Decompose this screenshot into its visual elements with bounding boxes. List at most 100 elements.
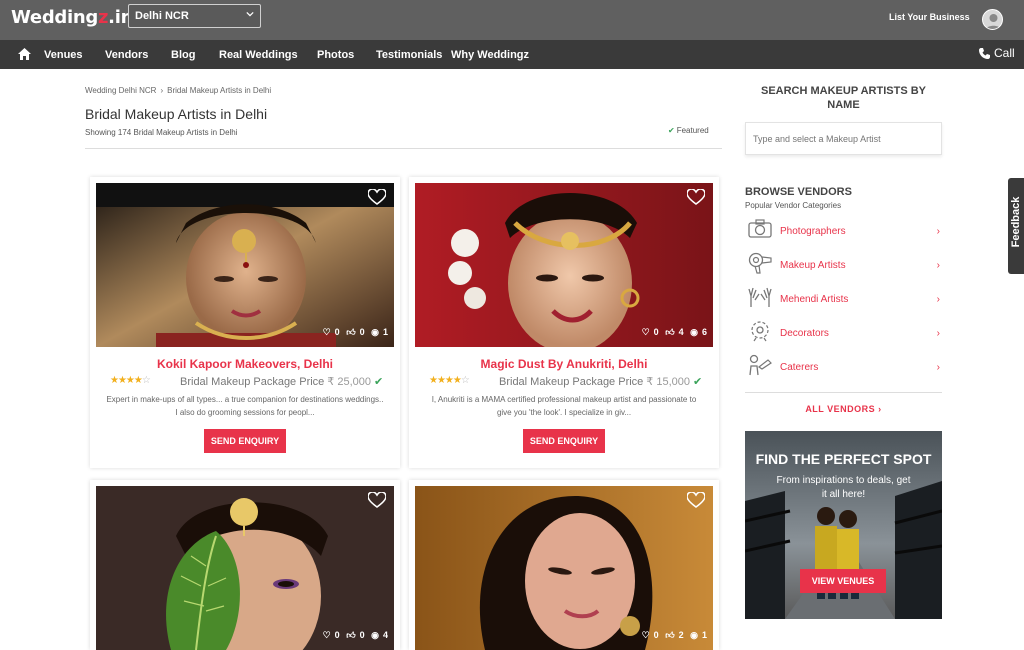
category-photographers[interactable]: Photographers › bbox=[745, 218, 942, 244]
vendor-card[interactable]: ♡ 0 👍︎ 0 ◉ 1 Kokil Kapoor Makeovers, Delhi … bbox=[90, 177, 400, 468]
vendor-photo[interactable]: ♡ 0 👍︎ 0 ◉ 4 bbox=[96, 486, 394, 650]
camera-icon bbox=[748, 219, 772, 238]
chevron-down-icon bbox=[246, 11, 254, 17]
price-info: Bridal Makeup Package Price ₹ 15,000 ✔ bbox=[499, 375, 702, 388]
featured-filter[interactable]: ✔ Featured bbox=[668, 126, 709, 135]
results-count: Showing 174 Bridal Makeup Artists in Del… bbox=[85, 128, 238, 137]
makeup-artist-search-input[interactable] bbox=[745, 122, 942, 155]
heart-icon[interactable] bbox=[687, 492, 705, 508]
like-count: 0 bbox=[359, 327, 365, 337]
vendor-name[interactable]: Kokil Kapoor Makeovers, Delhi bbox=[90, 357, 400, 371]
hair-dryer-icon bbox=[748, 252, 772, 274]
list-your-business-link[interactable]: List Your Business bbox=[889, 12, 970, 22]
home-icon[interactable] bbox=[18, 48, 31, 60]
bride-photo bbox=[415, 183, 713, 347]
phone-icon bbox=[979, 48, 990, 59]
city-select[interactable]: Delhi NCR bbox=[128, 4, 261, 28]
nav-why-weddingz[interactable]: Why Weddingz bbox=[451, 49, 529, 61]
call-button[interactable]: Call bbox=[979, 46, 1015, 60]
thumbs-up-icon: 👍︎ bbox=[346, 630, 356, 640]
engagement-stats: ♡ 0 👍︎ 4 ◉ 6 bbox=[638, 327, 707, 338]
browse-vendors-subtitle: Popular Vendor Categories bbox=[745, 201, 842, 210]
heart-icon: ♡ bbox=[322, 630, 331, 640]
main-nav: Venues Vendors Blog Real Weddings Photos… bbox=[0, 40, 1024, 69]
browse-vendors-title: BROWSE VENDORS bbox=[745, 186, 852, 198]
price-label: Bridal Makeup Package Price bbox=[499, 376, 644, 388]
divider bbox=[85, 148, 722, 149]
all-vendors-label: ALL VENDORS bbox=[805, 404, 876, 414]
like-count: 0 bbox=[359, 630, 365, 640]
category-label: Makeup Artists bbox=[780, 260, 846, 271]
engagement-stats: ♡ 0 👍︎ 0 ◉ 1 bbox=[319, 327, 388, 338]
vendor-photo[interactable]: ♡ 0 👍︎ 4 ◉ 6 bbox=[415, 183, 713, 347]
category-label: Caterers bbox=[780, 362, 819, 373]
promo-subtitle: From inspirations to deals, get it all h… bbox=[776, 475, 911, 500]
city-select-value: Delhi NCR bbox=[135, 10, 189, 22]
verified-check-icon: ✔ bbox=[374, 376, 384, 388]
user-avatar-icon[interactable] bbox=[982, 9, 1003, 30]
nav-testimonials[interactable]: Testimonials bbox=[376, 49, 442, 61]
vendor-photo[interactable]: ♡ 0 👍︎ 0 ◉ 1 bbox=[96, 183, 394, 347]
breadcrumb-separator: › bbox=[160, 86, 164, 95]
site-logo[interactable]: Weddingz.in bbox=[11, 7, 133, 28]
star-rating: ★★★★☆ bbox=[429, 375, 470, 386]
chef-icon bbox=[749, 354, 772, 376]
fav-count: 0 bbox=[653, 327, 659, 337]
heart-icon[interactable] bbox=[368, 189, 386, 205]
category-makeup-artists[interactable]: Makeup Artists › bbox=[745, 252, 942, 278]
nav-venues[interactable]: Venues bbox=[44, 49, 83, 61]
price-value: ₹ 25,000 bbox=[327, 376, 371, 388]
send-enquiry-button[interactable]: SEND ENQUIRY bbox=[204, 429, 286, 453]
heart-icon: ♡ bbox=[641, 630, 650, 640]
call-label: Call bbox=[994, 46, 1015, 60]
featured-label: Featured bbox=[676, 126, 709, 135]
category-mehendi-artists[interactable]: Mehendi Artists › bbox=[745, 286, 942, 312]
nav-vendors[interactable]: Vendors bbox=[105, 49, 148, 61]
bride-photo bbox=[96, 486, 394, 650]
nav-photos[interactable]: Photos bbox=[317, 49, 354, 61]
breadcrumb-current: Bridal Makeup Artists in Delhi bbox=[167, 86, 272, 95]
verified-check-icon: ✔ bbox=[693, 376, 703, 388]
all-vendors-link[interactable]: ALL VENDORS › bbox=[745, 404, 942, 414]
eye-icon: ◉ bbox=[371, 327, 379, 337]
fav-count: 0 bbox=[334, 630, 340, 640]
eye-icon: ◉ bbox=[371, 630, 379, 640]
chevron-right-icon: › bbox=[936, 260, 940, 271]
heart-icon[interactable] bbox=[368, 492, 386, 508]
vendor-name[interactable]: Magic Dust By Anukriti, Delhi bbox=[409, 357, 719, 371]
like-count: 2 bbox=[678, 630, 684, 640]
view-count: 4 bbox=[382, 630, 388, 640]
nav-real-weddings[interactable]: Real Weddings bbox=[219, 49, 298, 61]
nav-blog[interactable]: Blog bbox=[171, 49, 195, 61]
fav-count: 0 bbox=[653, 630, 659, 640]
vendor-card[interactable]: ♡ 0 👍︎ 2 ◉ 1 bbox=[409, 480, 719, 650]
heart-icon: ♡ bbox=[322, 327, 331, 337]
feedback-tab[interactable]: Feedback bbox=[1008, 178, 1024, 274]
category-decorators[interactable]: Decorators › bbox=[745, 320, 942, 346]
vendor-card[interactable]: ♡ 0 👍︎ 0 ◉ 4 bbox=[90, 480, 400, 650]
feedback-label: Feedback bbox=[1010, 196, 1022, 248]
price-label: Bridal Makeup Package Price bbox=[180, 376, 325, 388]
vendor-description: Expert in make-ups of all types... a tru… bbox=[106, 395, 384, 417]
find-venue-promo[interactable]: FIND THE PERFECT SPOT From inspirations … bbox=[745, 431, 942, 619]
vendor-description: I, Anukriti is a MAMA certified professi… bbox=[431, 395, 697, 417]
thumbs-up-icon: 👍︎ bbox=[665, 327, 675, 337]
chevron-right-icon: › bbox=[878, 404, 882, 414]
bride-photo bbox=[96, 183, 394, 347]
heart-icon: ♡ bbox=[641, 327, 650, 337]
breadcrumb-home[interactable]: Wedding Delhi NCR bbox=[85, 86, 156, 95]
decoration-flower-icon bbox=[751, 321, 769, 342]
category-label: Decorators bbox=[780, 328, 829, 339]
search-section-title: SEARCH MAKEUP ARTISTS BY NAME bbox=[760, 85, 927, 111]
check-icon: ✔ bbox=[668, 126, 675, 135]
mehendi-hands-icon bbox=[748, 287, 772, 307]
chevron-right-icon: › bbox=[936, 328, 940, 339]
vendor-photo[interactable]: ♡ 0 👍︎ 2 ◉ 1 bbox=[415, 486, 713, 650]
heart-icon[interactable] bbox=[687, 189, 705, 205]
like-count: 4 bbox=[678, 327, 684, 337]
view-count: 6 bbox=[701, 327, 707, 337]
send-enquiry-button[interactable]: SEND ENQUIRY bbox=[523, 429, 605, 453]
category-caterers[interactable]: Caterers › bbox=[745, 354, 942, 380]
view-venues-button[interactable]: VIEW VENUES bbox=[800, 569, 886, 593]
vendor-card[interactable]: ♡ 0 👍︎ 4 ◉ 6 Magic Dust By Anukriti, Delhi … bbox=[409, 177, 719, 468]
